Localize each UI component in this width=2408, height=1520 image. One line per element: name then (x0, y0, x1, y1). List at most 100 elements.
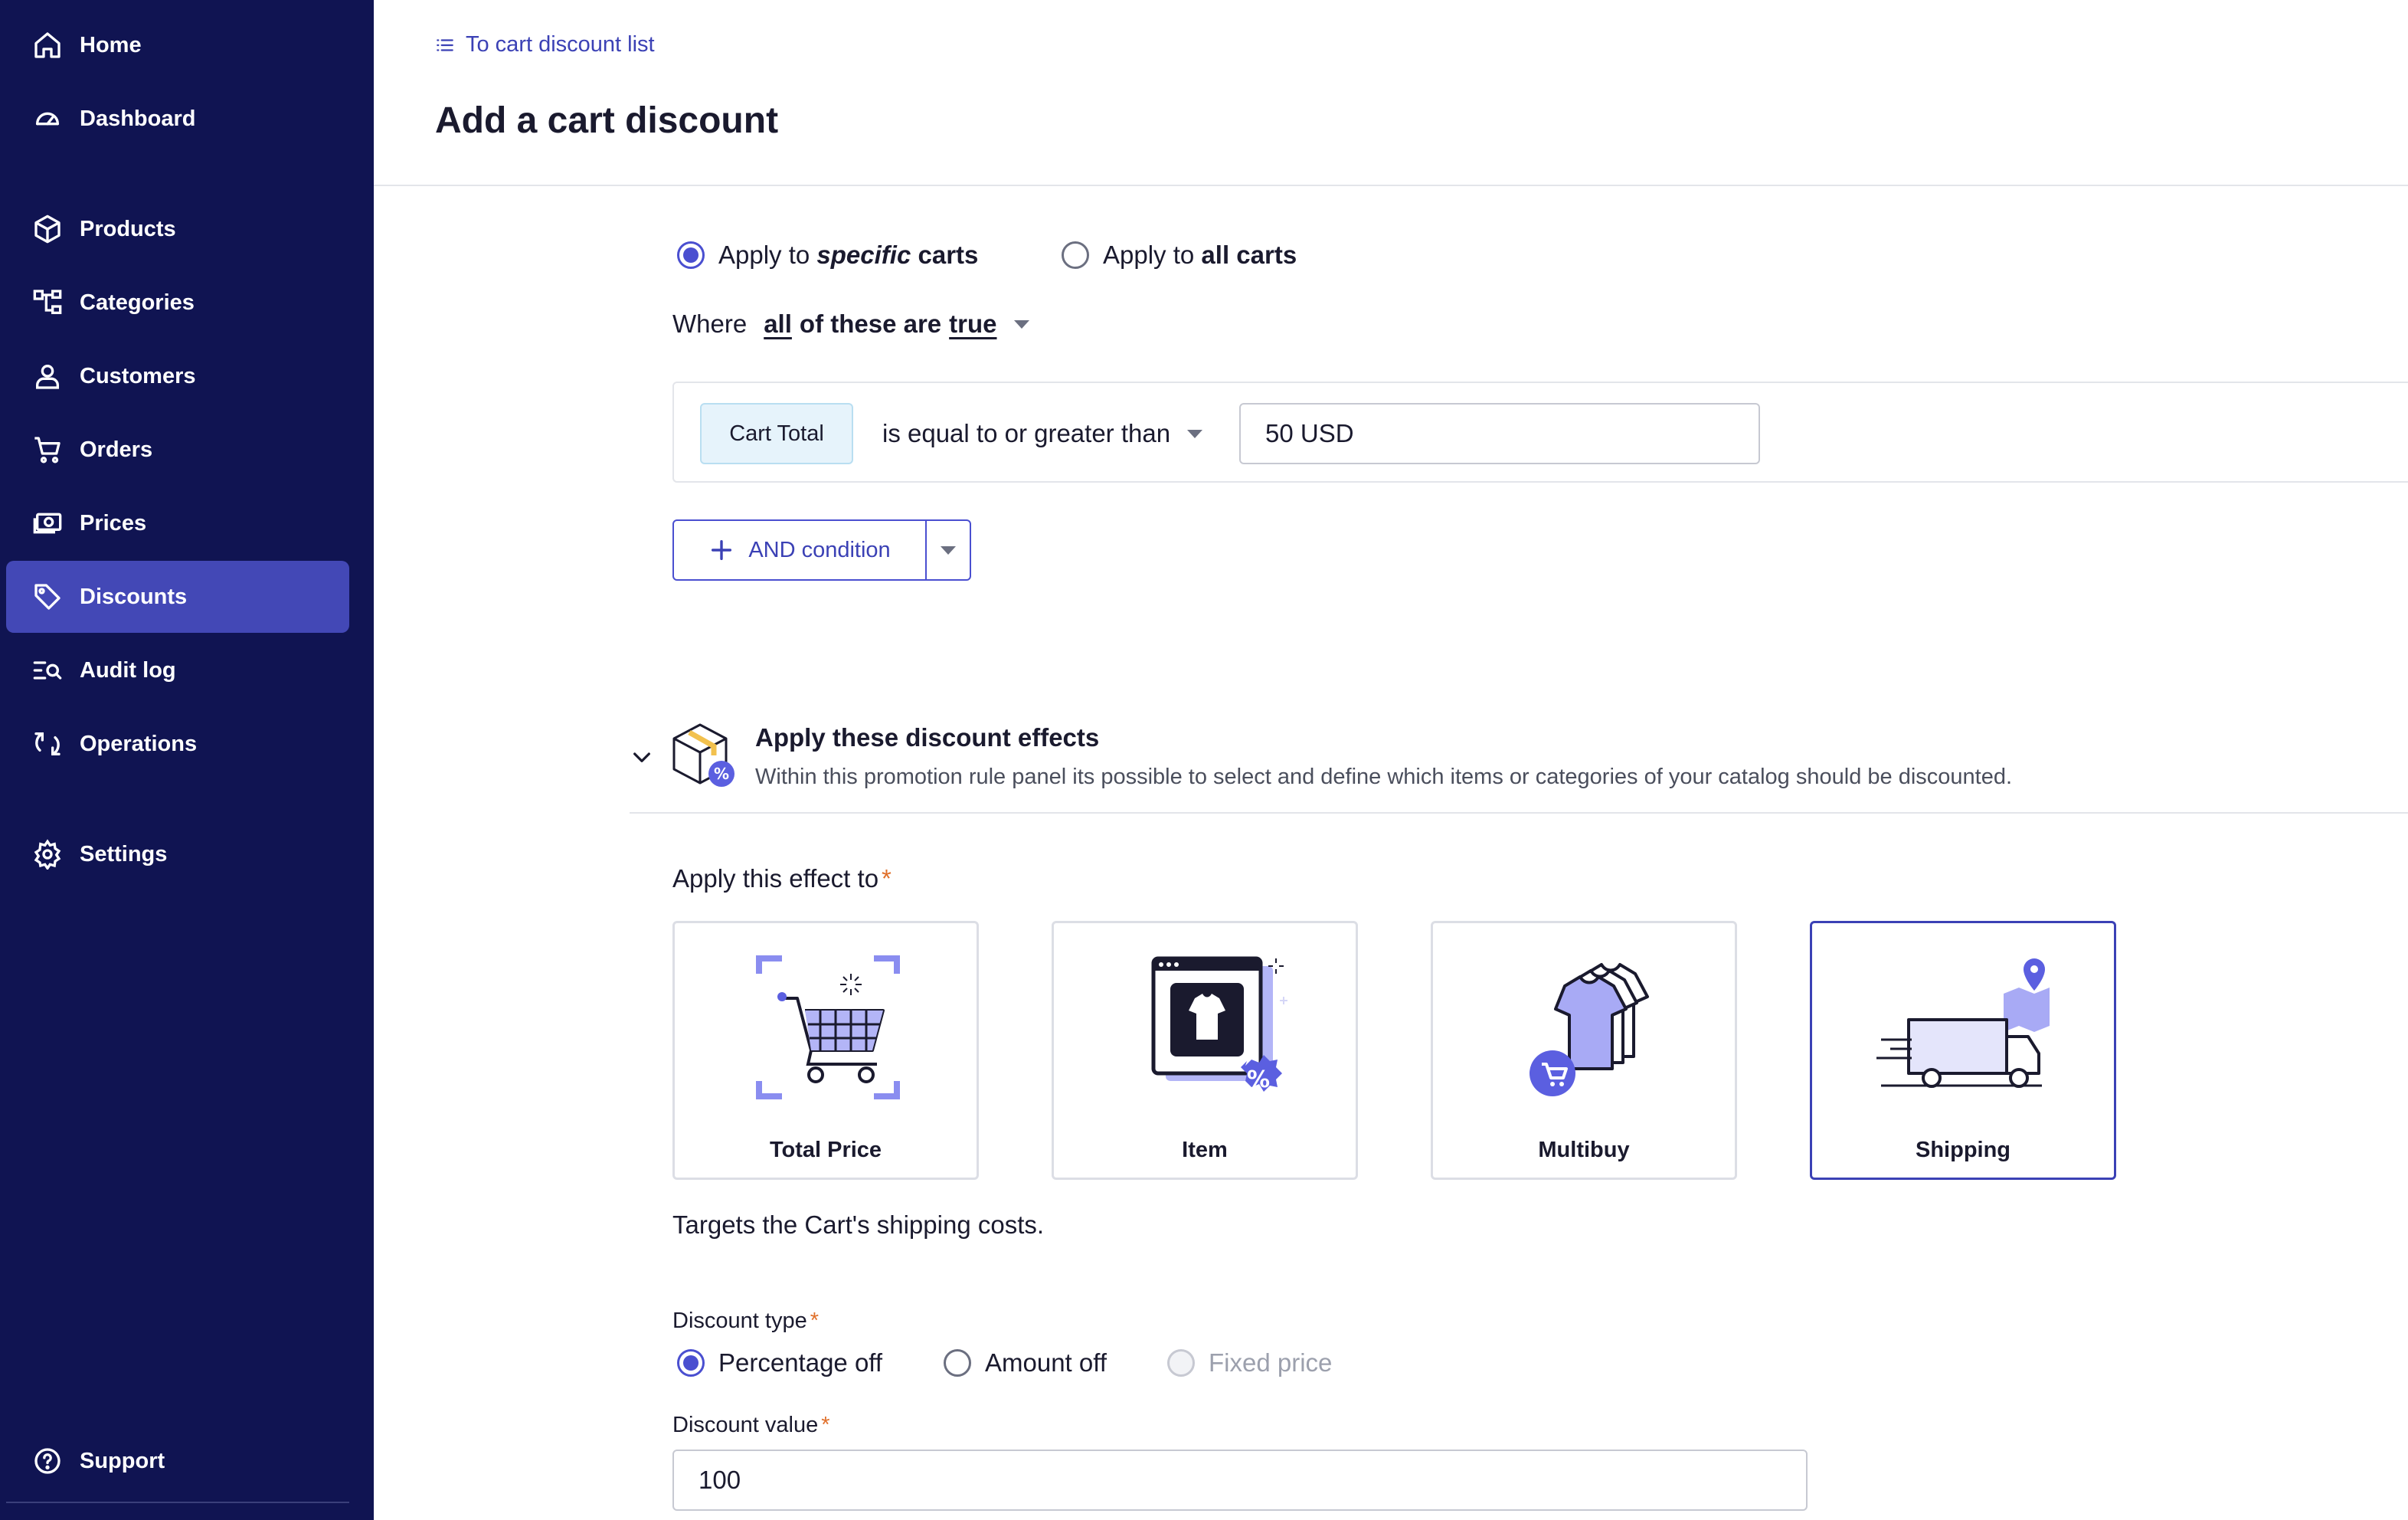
radio-label: Apply to specific carts (718, 241, 978, 270)
effect-card-multibuy[interactable]: Multibuy (1431, 921, 1737, 1180)
sidebar-item-operations[interactable]: Operations (6, 708, 349, 780)
effect-card-shipping[interactable]: Shipping (1810, 921, 2116, 1180)
collapse-chevron-icon[interactable] (630, 745, 654, 769)
sidebar-item-dashboard[interactable]: Dashboard (6, 83, 349, 155)
radio-label-prefix: Apply to (718, 241, 810, 269)
discount-type-option-fixed: Fixed price (1167, 1348, 1332, 1378)
radio-all-carts[interactable] (1062, 241, 1089, 269)
sidebar-item-products[interactable]: Products (6, 193, 349, 265)
sidebar-item-label: Discounts (80, 584, 188, 609)
and-condition-label: AND condition (748, 537, 891, 562)
discount-value-input[interactable]: 100 (672, 1450, 1808, 1511)
sidebar-item-label: Support (80, 1448, 165, 1473)
sidebar-item-customers[interactable]: Customers (6, 340, 349, 412)
effects-section-description: Within this promotion rule panel its pos… (755, 765, 2013, 789)
quantifier-text: all (764, 310, 792, 338)
sidebar-item-audit-log[interactable]: Audit log (6, 634, 349, 706)
truth-text: true (949, 310, 997, 338)
sidebar-item-label: Prices (80, 510, 147, 536)
radio-label: Apply to all carts (1103, 241, 1297, 270)
sidebar-item-label: Settings (80, 841, 168, 866)
sidebar-item-settings[interactable]: Settings (6, 818, 349, 890)
radio-label-suffix: carts (918, 241, 979, 269)
breadcrumb-link[interactable]: To cart discount list (435, 32, 655, 57)
and-condition-split-button: AND condition (672, 519, 971, 581)
apply-all-carts-option[interactable]: Apply to all carts (1062, 241, 1297, 270)
discount-type-option-amount[interactable]: Amount off (944, 1348, 1107, 1378)
question-icon (28, 1441, 67, 1481)
sidebar-item-orders[interactable]: Orders (6, 414, 349, 486)
sidebar: Home Dashboard Products Categories Custo… (0, 0, 374, 1520)
radio-label: Amount off (985, 1348, 1107, 1377)
required-mark: * (810, 1309, 819, 1333)
discount-box-icon: % (672, 723, 735, 787)
operator-label: is equal to or greater than (882, 419, 1171, 447)
sidebar-item-home[interactable]: Home (6, 9, 349, 81)
sidebar-item-label: Products (80, 216, 176, 241)
condition-operator-select[interactable]: is equal to or greater than (882, 403, 1203, 464)
page-title: Add a cart discount (435, 100, 779, 141)
discount-value-label: Discount value * (672, 1413, 830, 1438)
header-divider (374, 185, 2408, 186)
and-condition-dropdown-button[interactable] (927, 521, 970, 579)
condition-logic-select[interactable]: all of these are true (764, 310, 1029, 339)
cart-icon (28, 430, 67, 470)
radio-label: Fixed price (1209, 1348, 1333, 1377)
sidebar-item-support[interactable]: Support (6, 1425, 349, 1497)
selected-effect-description: Targets the Cart's shipping costs. (672, 1210, 1045, 1239)
apply-effect-label: Apply this effect to * (672, 864, 892, 893)
effects-divider (630, 812, 2408, 814)
sidebar-item-discounts[interactable]: Discounts (6, 561, 349, 633)
sidebar-item-label: Orders (80, 437, 153, 462)
chevron-down-icon (1013, 319, 1029, 329)
where-row: Where all of these are true (672, 310, 1029, 339)
apply-specific-carts-option[interactable]: Apply to specific carts (677, 241, 978, 270)
effects-section-title: Apply these discount effects (755, 723, 1100, 752)
cart-illustration-icon (756, 955, 900, 1099)
effect-card-label: Shipping (1915, 1138, 2011, 1162)
radio-fixed-price (1167, 1349, 1195, 1377)
sidebar-item-categories[interactable]: Categories (6, 267, 349, 339)
condition-field-chip[interactable]: Cart Total (700, 403, 853, 464)
condition-row: Cart Total is equal to or greater than 5… (672, 382, 2408, 483)
effect-card-total-price[interactable]: Total Price (672, 921, 979, 1180)
discount-type-option-percentage[interactable]: Percentage off (677, 1348, 882, 1378)
radio-percentage-off[interactable] (677, 1349, 705, 1377)
money-icon (28, 503, 67, 543)
effect-card-label: Item (1182, 1138, 1228, 1162)
person-icon (28, 356, 67, 396)
radio-specific-carts[interactable] (677, 241, 705, 269)
sidebar-item-label: Audit log (80, 657, 176, 683)
condition-value-input[interactable]: 50 USD (1239, 403, 1760, 464)
required-mark: * (821, 1413, 830, 1437)
radio-label-emphasis: specific (816, 241, 911, 269)
plus-icon (712, 539, 732, 561)
sidebar-item-prices[interactable]: Prices (6, 487, 349, 559)
cube-icon (28, 209, 67, 249)
discount-type-label: Discount type * (672, 1309, 819, 1334)
sidebar-item-label: Customers (80, 363, 196, 388)
sidebar-item-label: Operations (80, 731, 198, 756)
svg-text:%: % (714, 765, 729, 783)
shirt-window-illustration-icon: % (1151, 956, 1287, 1093)
chevron-down-icon (1187, 429, 1203, 438)
list-icon (437, 38, 453, 51)
refresh-icon (28, 724, 67, 764)
breadcrumb-label: To cart discount list (466, 32, 655, 57)
logic-middle-text: of these are (799, 310, 942, 338)
shirts-stack-illustration-icon (1530, 963, 1649, 1096)
effect-card-item[interactable]: % Item (1052, 921, 1358, 1180)
home-icon (28, 25, 67, 65)
and-condition-button[interactable]: AND condition (674, 521, 927, 579)
tag-icon (28, 577, 67, 617)
radio-label-prefix: Apply to (1103, 241, 1195, 269)
discount-value-label-text: Discount value (672, 1413, 819, 1437)
sidebar-divider (6, 1502, 349, 1503)
sidebar-item-label: Categories (80, 290, 195, 315)
required-mark: * (882, 864, 892, 893)
radio-amount-off[interactable] (944, 1349, 971, 1377)
discount-type-label-text: Discount type (672, 1309, 807, 1333)
effect-card-label: Total Price (769, 1138, 882, 1162)
delivery-truck-illustration-icon (1876, 958, 2050, 1088)
apply-effect-label-text: Apply this effect to (672, 864, 879, 893)
